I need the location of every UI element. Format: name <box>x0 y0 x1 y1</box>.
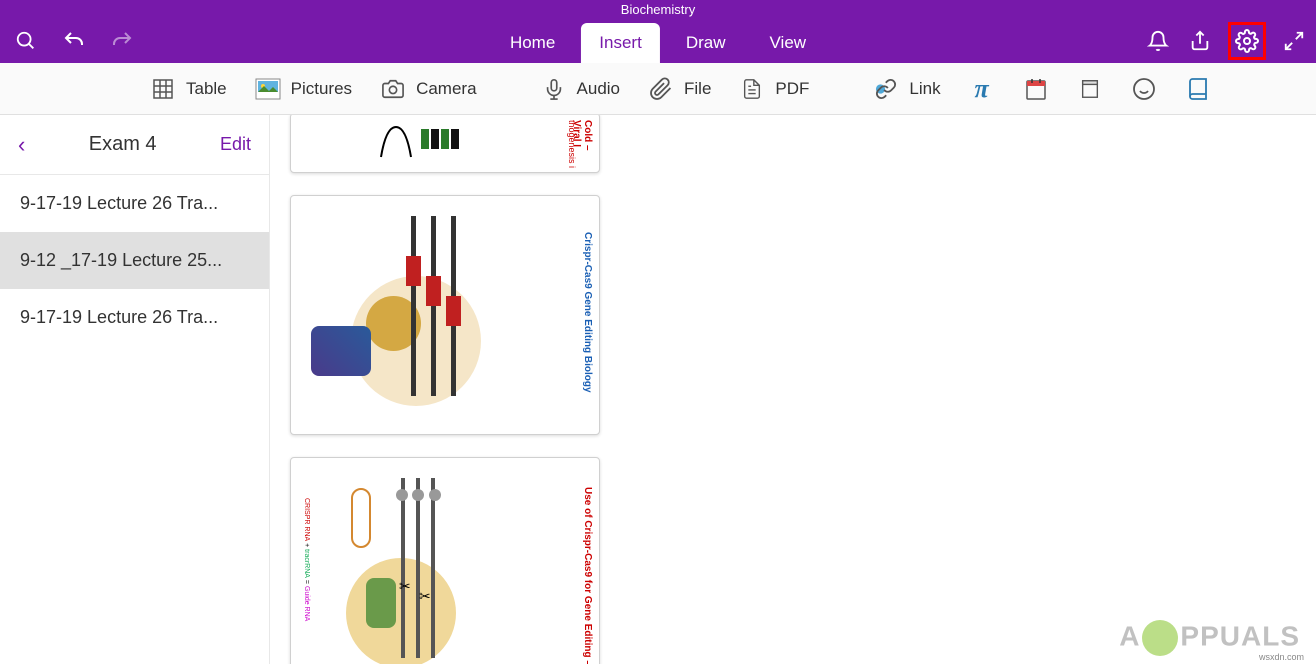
slide-thumbnail[interactable]: ✂ ✂ CRISPR RNA + tracrRNA = Guide RNA Us… <box>290 457 600 664</box>
app-header: Biochemistry Home Insert Draw View <box>0 0 1316 63</box>
insert-file-button[interactable]: File <box>648 76 711 102</box>
section-title: Exam 4 <box>89 133 157 156</box>
insert-emoji-button[interactable] <box>1131 76 1157 102</box>
page-list: 9-17-19 Lecture 26 Tra... 9-12 _17-19 Le… <box>0 175 269 346</box>
page-sidebar: ‹ Exam 4 Edit 9-17-19 Lecture 26 Tra... … <box>0 115 270 664</box>
insert-equation-button[interactable]: π <box>969 76 995 102</box>
table-label: Table <box>186 79 227 99</box>
insert-sticker-button[interactable] <box>1185 76 1211 102</box>
edit-button[interactable]: Edit <box>220 134 251 155</box>
link-icon <box>873 76 899 102</box>
camera-label: Camera <box>416 79 476 99</box>
watermark-footer: wsxdn.com <box>1259 652 1304 662</box>
emoji-icon <box>1131 76 1157 102</box>
page-item[interactable]: 9-17-19 Lecture 26 Tra... <box>0 175 269 232</box>
tab-draw[interactable]: Draw <box>668 23 744 63</box>
slide-subtitle-text: thogenesis i <box>567 120 577 168</box>
file-label: File <box>684 79 711 99</box>
pictures-label: Pictures <box>291 79 352 99</box>
slide-title-text: Use of Crispr-Cas9 for Gene Editing – St <box>582 487 593 664</box>
insert-pictures-button[interactable]: Pictures <box>255 76 352 102</box>
pdf-label: PDF <box>775 79 809 99</box>
settings-highlight-box <box>1228 22 1266 60</box>
header-right-controls <box>1144 22 1308 60</box>
audio-label: Audio <box>577 79 620 99</box>
redo-icon[interactable] <box>108 27 136 55</box>
back-chevron-icon[interactable]: ‹ <box>18 132 25 158</box>
insert-ribbon: Table Pictures Camera Audio File PDF <box>0 63 1316 115</box>
undo-icon[interactable] <box>60 27 88 55</box>
sticker-icon <box>1185 76 1211 102</box>
page-item[interactable]: 9-17-19 Lecture 26 Tra... <box>0 289 269 346</box>
date-icon <box>1023 76 1049 102</box>
share-icon[interactable] <box>1186 27 1214 55</box>
table-icon <box>150 76 176 102</box>
content-area: ‹ Exam 4 Edit 9-17-19 Lecture 26 Tra... … <box>0 115 1316 664</box>
tab-home[interactable]: Home <box>492 23 573 63</box>
pdf-icon <box>739 76 765 102</box>
fullscreen-icon[interactable] <box>1280 27 1308 55</box>
sidebar-header: ‹ Exam 4 Edit <box>0 115 269 175</box>
notifications-icon[interactable] <box>1144 27 1172 55</box>
pictures-icon <box>255 76 281 102</box>
tab-view[interactable]: View <box>752 23 825 63</box>
watermark-brand: APPUALS <box>1119 620 1300 656</box>
header-left-controls <box>0 27 136 55</box>
slide-title-text: Crispr-Cas9 Gene Editing Biology <box>582 232 593 393</box>
insert-audio-button[interactable]: Audio <box>541 76 620 102</box>
insert-page-button[interactable] <box>1077 76 1103 102</box>
header-main: Home Insert Draw View <box>0 18 1316 63</box>
slide-thumbnail[interactable]: Cold – Viral I thogenesis i <box>290 115 600 173</box>
insert-pdf-button[interactable]: PDF <box>739 76 809 102</box>
audio-icon <box>541 76 567 102</box>
window-title: Biochemistry <box>0 0 1316 18</box>
insert-date-button[interactable] <box>1023 76 1049 102</box>
file-icon <box>648 76 674 102</box>
insert-link-button[interactable]: Link <box>873 76 940 102</box>
search-icon[interactable] <box>12 27 40 55</box>
tab-insert[interactable]: Insert <box>581 23 660 63</box>
page-icon <box>1077 76 1103 102</box>
note-canvas[interactable]: Cold – Viral I thogenesis i Crispr-Cas9 … <box>270 115 1316 664</box>
insert-camera-button[interactable]: Camera <box>380 76 476 102</box>
slide-thumbnail[interactable]: Crispr-Cas9 Gene Editing Biology <box>290 195 600 435</box>
insert-table-button[interactable]: Table <box>150 76 227 102</box>
link-label: Link <box>909 79 940 99</box>
equation-icon: π <box>969 76 995 102</box>
ribbon-tabs: Home Insert Draw View <box>492 18 824 63</box>
settings-icon[interactable] <box>1233 27 1261 55</box>
camera-icon <box>380 76 406 102</box>
watermark-face-icon <box>1142 620 1178 656</box>
page-item[interactable]: 9-12 _17-19 Lecture 25... <box>0 232 269 289</box>
